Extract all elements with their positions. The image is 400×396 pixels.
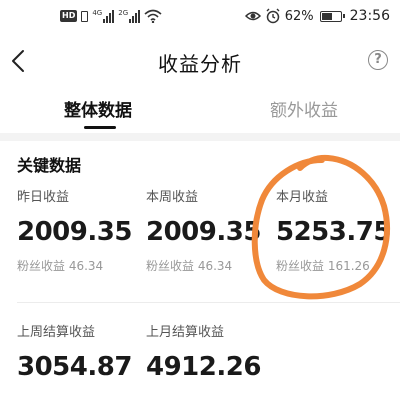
tab-bar: 整体数据 额外收益: [0, 90, 400, 132]
section-title-key-data: 关键数据: [17, 156, 82, 175]
signal-bar: [138, 10, 141, 23]
metric-fan-earnings: 粉丝收益 161.26: [276, 259, 370, 273]
metric-last-week-settled[interactable]: 上周结算收益 3054.87: [17, 321, 132, 382]
metric-value: 3054.87: [17, 352, 132, 382]
sim-icon: [81, 10, 89, 22]
metric-value: 5253.75: [276, 217, 391, 247]
signal-bar: [106, 16, 109, 23]
section-divider: [0, 133, 400, 141]
signal-bar: [135, 13, 138, 23]
metric-label: 本周收益: [146, 190, 199, 205]
metric-label: 上月结算收益: [146, 325, 225, 340]
signal-icon-1: 4G: [92, 9, 115, 23]
signal-bar: [109, 13, 112, 23]
signal-bar: [129, 19, 132, 23]
page-title: 收益分析: [158, 52, 242, 76]
wifi-icon: [144, 9, 162, 23]
signal-icon-2: 2G: [118, 9, 141, 23]
status-right: 62% 23:56: [244, 8, 390, 24]
active-tab-indicator: [84, 126, 116, 129]
network-type-2: 2G: [118, 9, 129, 17]
metric-value: 2009.35: [146, 217, 261, 247]
metric-value: 4912.26: [146, 352, 261, 382]
help-icon[interactable]: ?: [368, 50, 388, 70]
clock: 23:56: [349, 8, 390, 24]
battery-icon: [319, 10, 345, 22]
metric-value: 2009.35: [17, 217, 132, 247]
signal-bar: [112, 10, 115, 23]
hd-icon: HD: [60, 10, 78, 22]
row-divider: [17, 302, 400, 303]
metric-label: 昨日收益: [17, 190, 70, 205]
signal-bar: [132, 16, 135, 23]
tab-extra-earnings[interactable]: 额外收益: [270, 96, 338, 121]
status-bar: HD 4G 2G 62% 23:56: [0, 0, 400, 34]
metric-week-earnings[interactable]: 本周收益 2009.35 粉丝收益 46.34: [146, 186, 261, 274]
network-type-1: 4G: [92, 9, 103, 17]
eye-icon: [244, 11, 261, 21]
app-header: 收益分析 ?: [0, 34, 400, 90]
battery-percentage: 62%: [284, 8, 314, 24]
metric-fan-earnings: 粉丝收益 46.34: [146, 259, 233, 273]
metric-label: 上周结算收益: [17, 325, 96, 340]
signal-bar: [103, 19, 106, 23]
metric-label: 本月收益: [276, 190, 329, 205]
battery-level: [321, 12, 333, 20]
alarm-icon: [266, 8, 280, 24]
status-left: HD 4G 2G: [60, 9, 162, 23]
metric-last-month-settled[interactable]: 上月结算收益 4912.26: [146, 321, 261, 382]
metric-yesterday-earnings[interactable]: 昨日收益 2009.35 粉丝收益 46.34: [17, 186, 132, 274]
tab-overall-data[interactable]: 整体数据: [64, 96, 132, 121]
metric-fan-earnings: 粉丝收益 46.34: [17, 259, 104, 273]
metric-month-earnings[interactable]: 本月收益 5253.75 粉丝收益 161.26: [276, 186, 391, 274]
